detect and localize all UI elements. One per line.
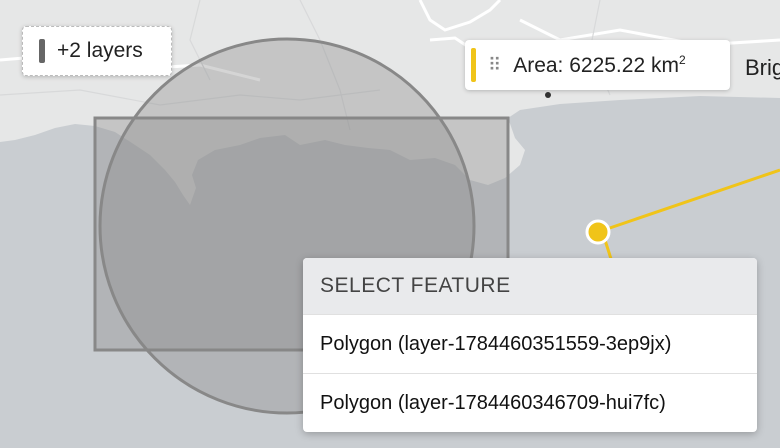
- feature-option[interactable]: Polygon (layer-1784460351559-3ep9jx): [303, 314, 757, 373]
- town-marker: [545, 92, 551, 98]
- select-feature-popup: SELECT FEATURE Polygon (layer-1784460351…: [303, 258, 757, 432]
- feature-option[interactable]: Polygon (layer-1784460346709-hui7fc): [303, 373, 757, 432]
- area-measurement-chip[interactable]: ⠿ Area: 6225.22 km2: [465, 40, 730, 90]
- layer-swatch-icon: [39, 39, 45, 63]
- layers-chip[interactable]: +2 layers: [22, 26, 172, 76]
- area-label: Area: 6225.22 km2: [513, 52, 686, 77]
- place-label: Brig: [745, 55, 780, 80]
- drag-handle-icon[interactable]: ⠿: [488, 56, 501, 74]
- area-swatch-icon: [471, 48, 476, 82]
- measurement-vertex[interactable]: [585, 219, 611, 245]
- layers-chip-label: +2 layers: [57, 39, 143, 62]
- popup-title: SELECT FEATURE: [303, 258, 757, 314]
